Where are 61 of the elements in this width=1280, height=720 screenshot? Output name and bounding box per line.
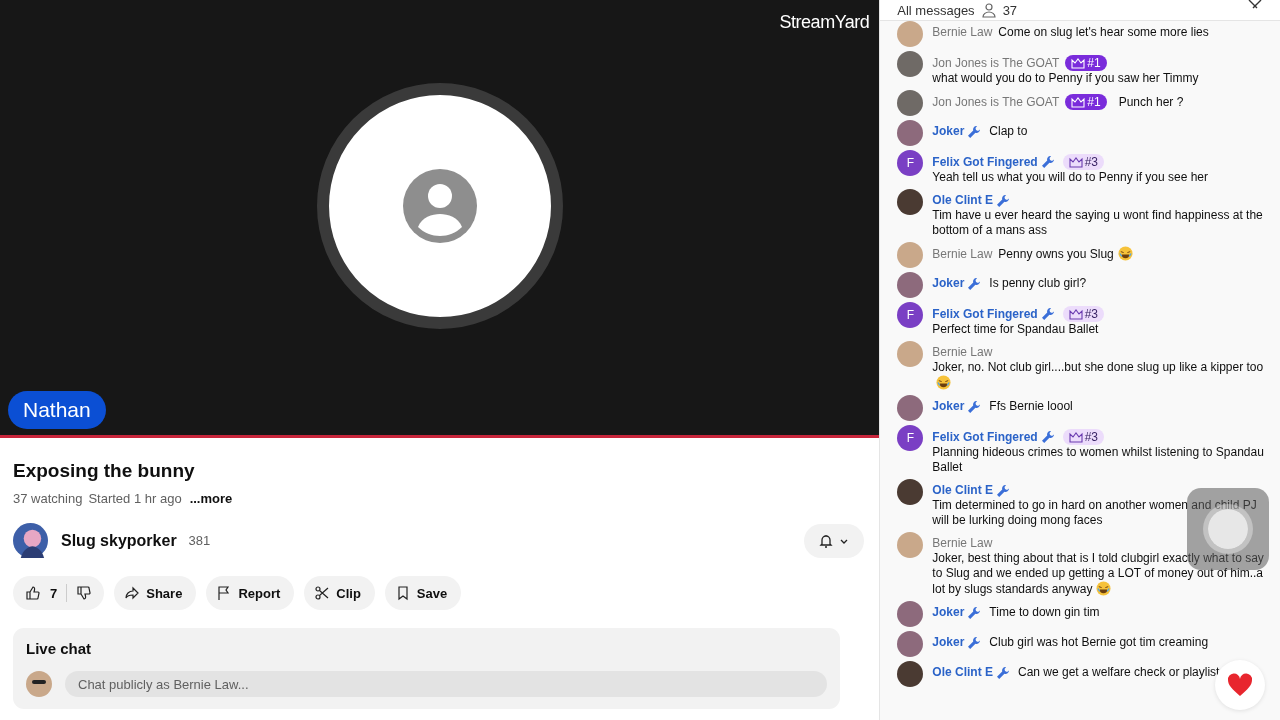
author-name[interactable]: Bernie Law [932, 345, 993, 360]
chat-filter[interactable]: All messages [897, 2, 975, 18]
report-button[interactable]: Report [206, 576, 295, 610]
live-chat-title: Live chat [26, 640, 93, 657]
message-text: Club girl was hot Bernie got tim creaming [989, 635, 1209, 650]
started-time: Started 1 hr ago [88, 491, 182, 506]
like-count: 7 [50, 585, 58, 601]
author-name[interactable]: Ole Clint E [932, 665, 993, 680]
author-name[interactable]: Joker [932, 276, 965, 291]
clip-button[interactable]: Clip [304, 576, 375, 610]
member-badge: #1 [1065, 55, 1107, 71]
author-name[interactable]: Bernie Law [932, 536, 993, 551]
like-dislike-control[interactable]: 7 [13, 576, 105, 610]
author-name[interactable]: Jon Jones is The GOAT [932, 94, 1060, 110]
video-title: Exposing the bunny [13, 460, 196, 482]
author-name[interactable]: Joker [932, 399, 965, 414]
member-badge: #1 [1065, 94, 1107, 110]
member-badge: #3 [1062, 306, 1105, 322]
message-text: Joker, best thing about that is I told clubgirl exactly what to say to Slug and we ended up getting a LOT of money out of him..a lot by slugs standards anyway [932, 551, 1265, 597]
chat-input-field[interactable]: Chat publicly as Bernie Law... [65, 671, 827, 697]
message-text: Planning hideous crimes to women whilst listening to Spandau Ballet [932, 445, 1265, 475]
message-text: Tim have u ever heard the saying u wont find happiness at the bottom of a mans ass [932, 208, 1264, 238]
speaker-name-tag: Nathan [8, 391, 106, 429]
streamyard-logo: StreamYard [779, 12, 870, 33]
message-text: Perfect time for Spandau Ballet [932, 322, 1099, 337]
author-name[interactable]: Ole Clint E [932, 193, 993, 208]
message-text: Ffs Bernie loool [989, 399, 1073, 414]
author-name[interactable]: Jon Jones is The GOAT [932, 55, 1060, 71]
author-name[interactable]: Joker [932, 635, 965, 650]
author-name[interactable]: Felix Got Fingered [932, 154, 1038, 170]
more-link[interactable]: ...more [189, 491, 233, 506]
author-name[interactable]: Ole Clint E [932, 483, 993, 498]
message-text: what would you do to Penny if you saw her Timmy [932, 71, 1199, 86]
subscriber-count: 381 [188, 533, 211, 548]
author-name[interactable]: Bernie Law [932, 25, 993, 40]
live-chat-card[interactable]: Live chat Chat publicly as Bernie Law... [13, 628, 840, 709]
channel-name[interactable]: Slug skyporker [61, 531, 177, 550]
message-text: Is penny club girl? [989, 276, 1087, 291]
message-text: Punch her ? [1118, 94, 1184, 110]
message-text: Tim determined to go in hard on another women and child PJ will be lurking doing mong faces [932, 498, 1258, 528]
author-name[interactable]: Joker [932, 605, 965, 620]
author-name[interactable]: Felix Got Fingered [932, 429, 1038, 445]
viewer-count: 37 [1002, 2, 1018, 18]
author-avatar: F [897, 302, 924, 328]
message-text: Joker, no. Not club girl....but she done slug up like a kipper too [932, 360, 1266, 391]
message-text: Time to down gin tim [989, 605, 1100, 620]
author-avatar: F [897, 150, 924, 176]
message-text: Can we get a welfare check or playlist [1018, 665, 1220, 680]
author-avatar: F [897, 425, 924, 451]
member-badge: #3 [1062, 429, 1105, 445]
watching-count: 37 watching [13, 491, 83, 506]
message-text: Clap to [989, 124, 1028, 139]
message-text: Penny owns you Slug [998, 246, 1133, 262]
save-button[interactable]: Save [384, 576, 462, 610]
author-name[interactable]: Bernie Law [932, 246, 993, 262]
share-button[interactable]: Share [114, 576, 197, 610]
member-badge: #3 [1062, 154, 1105, 170]
message-text: Yeah tell us what you will do to Penny if you see her [932, 170, 1209, 185]
author-name[interactable]: Felix Got Fingered [932, 306, 1038, 322]
message-text: Come on slug let's hear some more lies [998, 25, 1209, 40]
author-name[interactable]: Joker [932, 124, 965, 139]
